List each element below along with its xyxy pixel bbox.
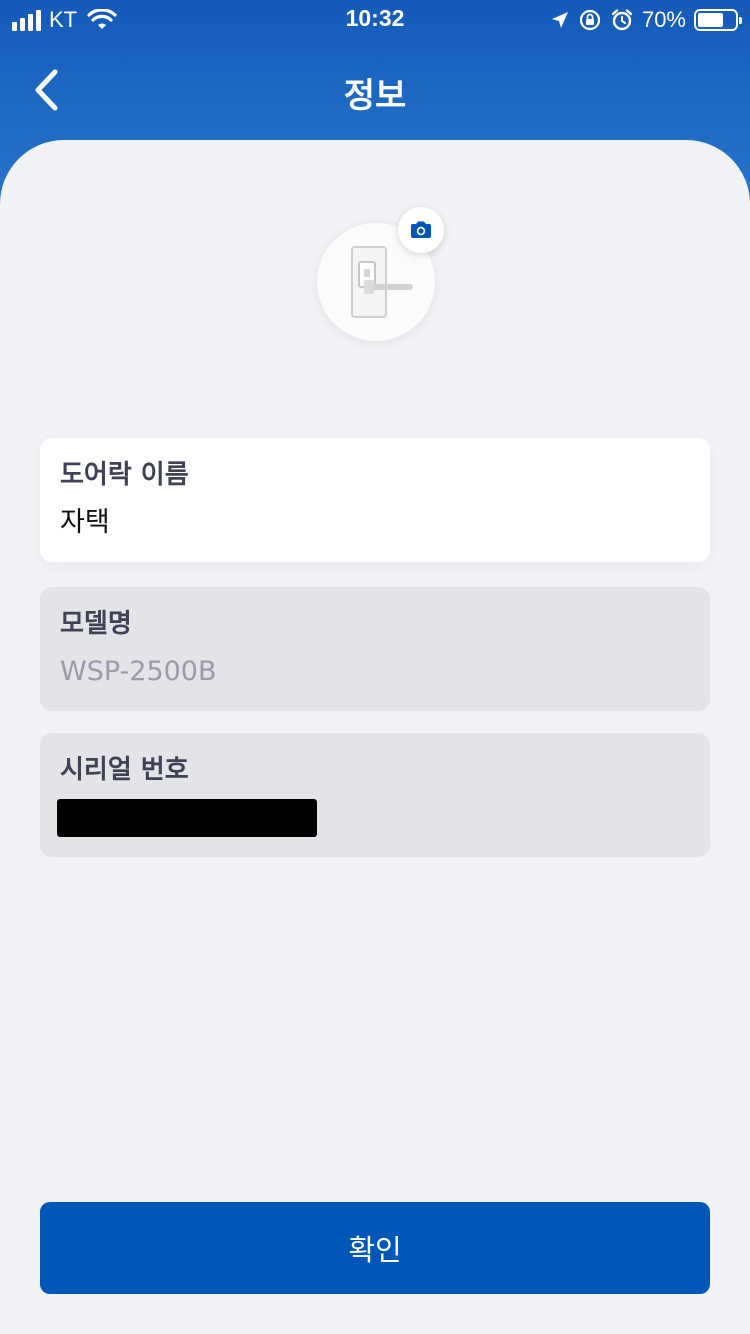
rotation-lock-icon bbox=[579, 9, 601, 31]
door-lock-name-label: 도어락 이름 bbox=[60, 460, 189, 490]
content-panel: 도어락 이름 자택 모델명 WSP-2500B 시리얼 번호 확인 bbox=[0, 140, 750, 1334]
battery-level bbox=[698, 13, 724, 27]
serial-number-label: 시리얼 번호 bbox=[60, 755, 189, 785]
status-right: 70% bbox=[550, 6, 742, 34]
door-lock-name-input[interactable]: 자택 bbox=[60, 506, 690, 540]
model-name-field: 모델명 WSP-2500B bbox=[40, 587, 710, 711]
door-lock-name-field[interactable]: 도어락 이름 자택 bbox=[40, 438, 710, 562]
status-bar: KT 10:32 70% bbox=[0, 0, 750, 40]
door-lock-icon bbox=[351, 246, 413, 318]
model-name-value: WSP-2500B bbox=[60, 656, 217, 687]
confirm-button[interactable]: 확인 bbox=[40, 1202, 710, 1294]
page-title: 정보 bbox=[343, 76, 407, 116]
serial-number-redacted bbox=[57, 799, 317, 837]
serial-number-field: 시리얼 번호 bbox=[40, 733, 710, 857]
change-photo-button[interactable] bbox=[398, 207, 444, 253]
camera-icon bbox=[411, 221, 431, 238]
battery-percent: 70% bbox=[641, 7, 686, 32]
battery-icon bbox=[694, 9, 742, 31]
alarm-icon bbox=[611, 9, 633, 31]
location-arrow-icon bbox=[551, 12, 568, 28]
model-name-label: 모델명 bbox=[60, 609, 132, 639]
